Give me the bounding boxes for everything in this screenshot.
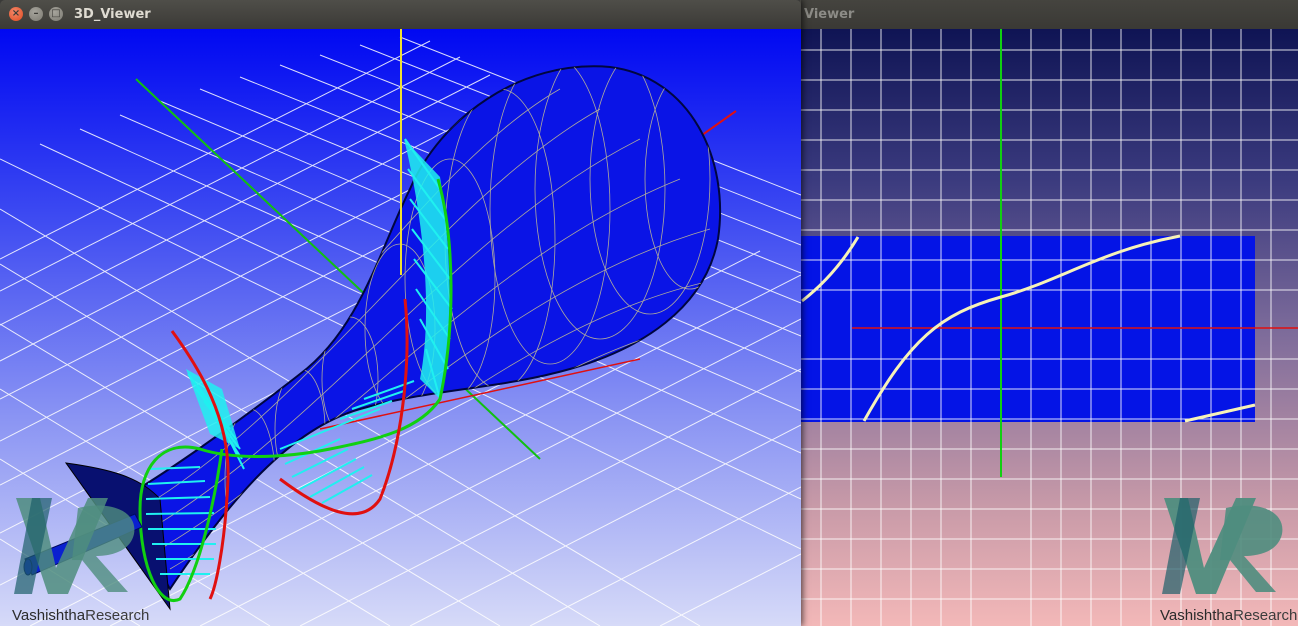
viewer-3d-titlebar[interactable]: × – □ 3D_Viewer	[0, 0, 801, 29]
viewer-2d-canvas[interactable]: VashishthaResearch	[800, 29, 1298, 626]
minimize-window-button[interactable]: –	[29, 7, 43, 21]
vr-logo-icon	[14, 498, 135, 594]
helix-fin-left	[186, 369, 240, 449]
viewer-2d-titlebar[interactable]: Viewer	[800, 0, 1298, 30]
vr-logo-icon	[1162, 498, 1283, 594]
plot-rectangle	[800, 236, 1255, 422]
logo-vashishtha-research-3d: VashishthaResearch	[12, 494, 182, 624]
logo-brand-text: VashishthaResearch	[1160, 607, 1298, 624]
viewer-2d-title: Viewer	[804, 7, 855, 22]
logo-vashishtha-research-2d: VashishthaResearch	[1160, 494, 1297, 624]
viewer-2d-window: Viewer VashishthaResearch	[800, 0, 1298, 626]
viewer-3d-canvas[interactable]: VashishthaResearch	[0, 29, 801, 626]
viewer-3d-window: × – □ 3D_Viewer VashishthaResearch	[0, 0, 801, 626]
viewer-3d-title: 3D_Viewer	[74, 7, 151, 22]
close-window-button[interactable]: ×	[9, 7, 23, 21]
maximize-window-button[interactable]: □	[49, 7, 63, 21]
logo-brand-text: VashishthaResearch	[12, 607, 150, 624]
